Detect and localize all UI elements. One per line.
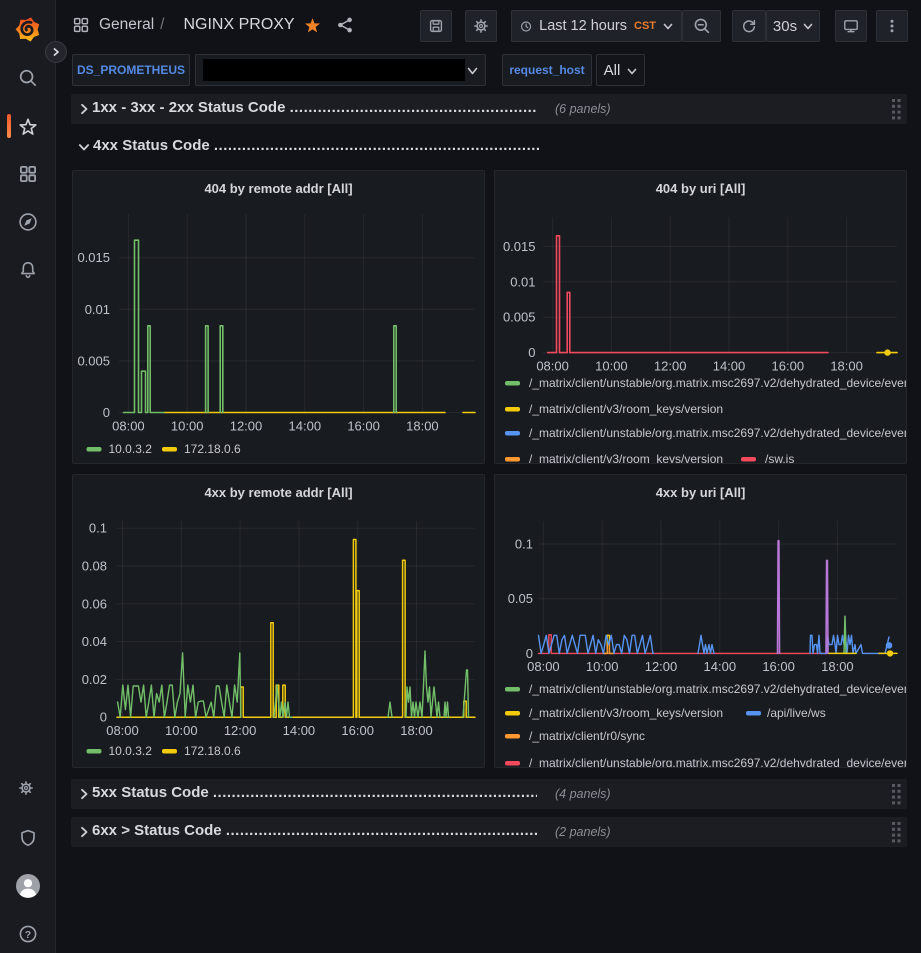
svg-text:/sw.js: /sw.js <box>765 452 794 463</box>
svg-text:08:00: 08:00 <box>106 723 139 738</box>
svg-text:/_matrix/client/unstable/org.m: /_matrix/client/unstable/org.matrix.msc2… <box>529 756 906 767</box>
svg-text:0.1: 0.1 <box>89 521 107 536</box>
svg-text:0.005: 0.005 <box>503 310 536 325</box>
svg-text:/_matrix/client/r0/sync: /_matrix/client/r0/sync <box>529 729 645 743</box>
svg-text:16:00: 16:00 <box>347 419 380 434</box>
svg-text:10.0.3.2: 10.0.3.2 <box>109 744 153 758</box>
svg-text:/_matrix/client/unstable/org.m: /_matrix/client/unstable/org.matrix.msc2… <box>529 682 906 696</box>
svg-text:?: ? <box>25 929 31 941</box>
svg-text:16:00: 16:00 <box>341 723 374 738</box>
svg-text:0: 0 <box>528 345 535 360</box>
svg-text:/_matrix/client/unstable/org.m: /_matrix/client/unstable/org.matrix.msc2… <box>529 376 906 390</box>
svg-text:10:00: 10:00 <box>586 659 619 674</box>
svg-text:18:00: 18:00 <box>400 723 433 738</box>
svg-text:10:00: 10:00 <box>171 419 204 434</box>
svg-text:08:00: 08:00 <box>112 419 145 434</box>
svg-text:08:00: 08:00 <box>536 359 569 374</box>
svg-text:0.08: 0.08 <box>82 559 107 574</box>
svg-text:14:00: 14:00 <box>283 723 316 738</box>
svg-text:0.1: 0.1 <box>515 537 533 552</box>
svg-text:12:00: 12:00 <box>654 359 687 374</box>
svg-text:0.04: 0.04 <box>82 634 107 649</box>
svg-text:/api/live/ws: /api/live/ws <box>767 706 826 720</box>
svg-text:0.05: 0.05 <box>508 591 533 606</box>
svg-text:08:00: 08:00 <box>527 659 560 674</box>
svg-text:12:00: 12:00 <box>224 723 257 738</box>
svg-text:0.02: 0.02 <box>82 672 107 687</box>
svg-text:18:00: 18:00 <box>406 419 439 434</box>
svg-text:16:00: 16:00 <box>772 359 805 374</box>
svg-text:0.005: 0.005 <box>77 353 110 368</box>
svg-text:10:00: 10:00 <box>165 723 198 738</box>
svg-text:0.015: 0.015 <box>503 239 536 254</box>
svg-text:10:00: 10:00 <box>595 359 628 374</box>
svg-text:14:00: 14:00 <box>704 659 737 674</box>
svg-text:14:00: 14:00 <box>713 359 746 374</box>
svg-text:/_matrix/client/v3/room_keys/v: /_matrix/client/v3/room_keys/version <box>529 452 723 463</box>
svg-text:0: 0 <box>103 405 110 420</box>
svg-text:0.01: 0.01 <box>510 274 535 289</box>
svg-text:0.01: 0.01 <box>85 302 110 317</box>
svg-text:16:00: 16:00 <box>762 659 795 674</box>
svg-text:/_matrix/client/v3/room_keys/v: /_matrix/client/v3/room_keys/version <box>529 402 723 416</box>
svg-text:14:00: 14:00 <box>289 419 322 434</box>
svg-text:0.06: 0.06 <box>82 596 107 611</box>
svg-text:12:00: 12:00 <box>645 659 678 674</box>
svg-text:18:00: 18:00 <box>821 659 854 674</box>
svg-text:10.0.3.2: 10.0.3.2 <box>109 442 153 456</box>
svg-text:172.18.0.6: 172.18.0.6 <box>184 744 241 758</box>
svg-text:12:00: 12:00 <box>230 419 263 434</box>
svg-text:18:00: 18:00 <box>830 359 863 374</box>
svg-text:0.015: 0.015 <box>77 250 110 265</box>
svg-text:/_matrix/client/unstable/org.m: /_matrix/client/unstable/org.matrix.msc2… <box>529 426 906 440</box>
svg-text:/_matrix/client/v3/room_keys/v: /_matrix/client/v3/room_keys/version <box>529 706 723 720</box>
svg-text:172.18.0.6: 172.18.0.6 <box>184 442 241 456</box>
